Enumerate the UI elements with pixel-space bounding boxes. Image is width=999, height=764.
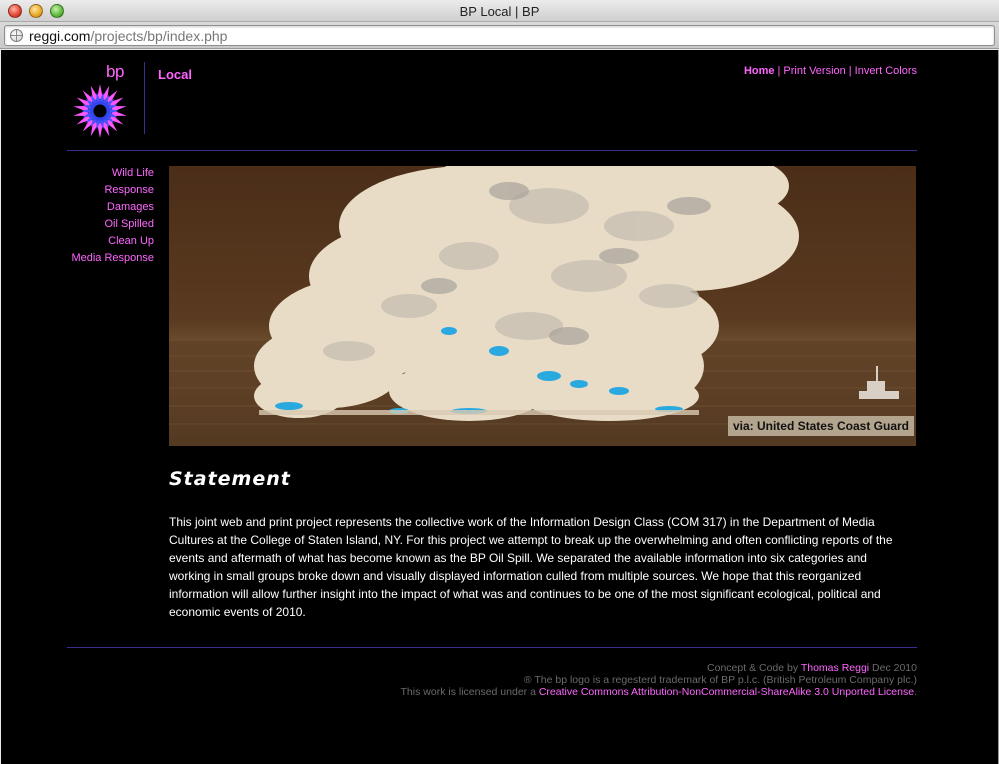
sidenav-oil-spilled[interactable]: Oil Spilled <box>61 216 154 233</box>
url-host: reggi.com <box>29 28 91 44</box>
nav-separator: | <box>777 65 781 77</box>
sidenav-clean-up[interactable]: Clean Up <box>61 233 154 250</box>
hero-caption: via: United States Coast Guard <box>727 416 914 436</box>
sidenav-response[interactable]: Response <box>61 182 154 199</box>
helios-flower-icon <box>73 84 127 138</box>
url-text[interactable]: reggi.com/projects/bp/index.php <box>29 28 227 44</box>
header-rule <box>67 150 917 151</box>
logo-text: bp <box>106 62 124 81</box>
page-viewport: bp Local Home | Print Version | Invert C… <box>1 50 998 764</box>
footer-credit-prefix: Concept & Code by <box>707 662 801 674</box>
footer: Concept & Code by Thomas Reggi Dec 2010 … <box>401 662 917 698</box>
footer-rule <box>67 647 917 648</box>
footer-credit-suffix: Dec 2010 <box>869 662 917 674</box>
statement-body: This joint web and print project represe… <box>169 515 893 619</box>
smoke-plume-illustration <box>169 166 916 446</box>
sidenav-media-response[interactable]: Media Response <box>61 250 154 267</box>
hero-image: via: United States Coast Guard <box>169 166 916 446</box>
author-link[interactable]: Thomas Reggi <box>801 662 869 674</box>
window-titlebar: BP Local | BP <box>0 0 999 22</box>
footer-license-prefix: This work is licensed under a <box>400 686 539 698</box>
url-path: /projects/bp/index.php <box>90 28 228 44</box>
statement-title: Statement <box>169 468 291 490</box>
footer-license-suffix: . <box>914 686 917 698</box>
nav-home-link[interactable]: Home <box>744 65 775 77</box>
nav-print-version-link[interactable]: Print Version <box>783 65 845 77</box>
sidenav-damages[interactable]: Damages <box>61 199 154 216</box>
sidenav-wild-life[interactable]: Wild Life <box>61 165 154 182</box>
nav-separator: | <box>848 65 852 77</box>
license-link[interactable]: Creative Commons Attribution-NonCommerci… <box>539 686 914 698</box>
browser-toolbar: reggi.com/projects/bp/index.php <box>0 22 999 49</box>
window-title: BP Local | BP <box>459 4 540 19</box>
header-divider <box>144 62 145 134</box>
nav-invert-colors-link[interactable]: Invert Colors <box>855 65 917 77</box>
top-nav: Home | Print Version | Invert Colors <box>744 65 917 77</box>
side-nav: Wild Life Response Damages Oil Spilled C… <box>61 165 154 267</box>
globe-icon <box>10 29 23 42</box>
footer-license: This work is licensed under a Creative C… <box>401 686 917 698</box>
footer-credit: Concept & Code by Thomas Reggi Dec 2010 <box>401 662 917 674</box>
address-bar[interactable]: reggi.com/projects/bp/index.php <box>4 25 995 46</box>
bp-logo[interactable]: bp <box>73 62 129 138</box>
footer-trademark: ® The bp logo is a regesterd trademark o… <box>523 674 917 686</box>
site-name[interactable]: Local <box>158 67 192 82</box>
